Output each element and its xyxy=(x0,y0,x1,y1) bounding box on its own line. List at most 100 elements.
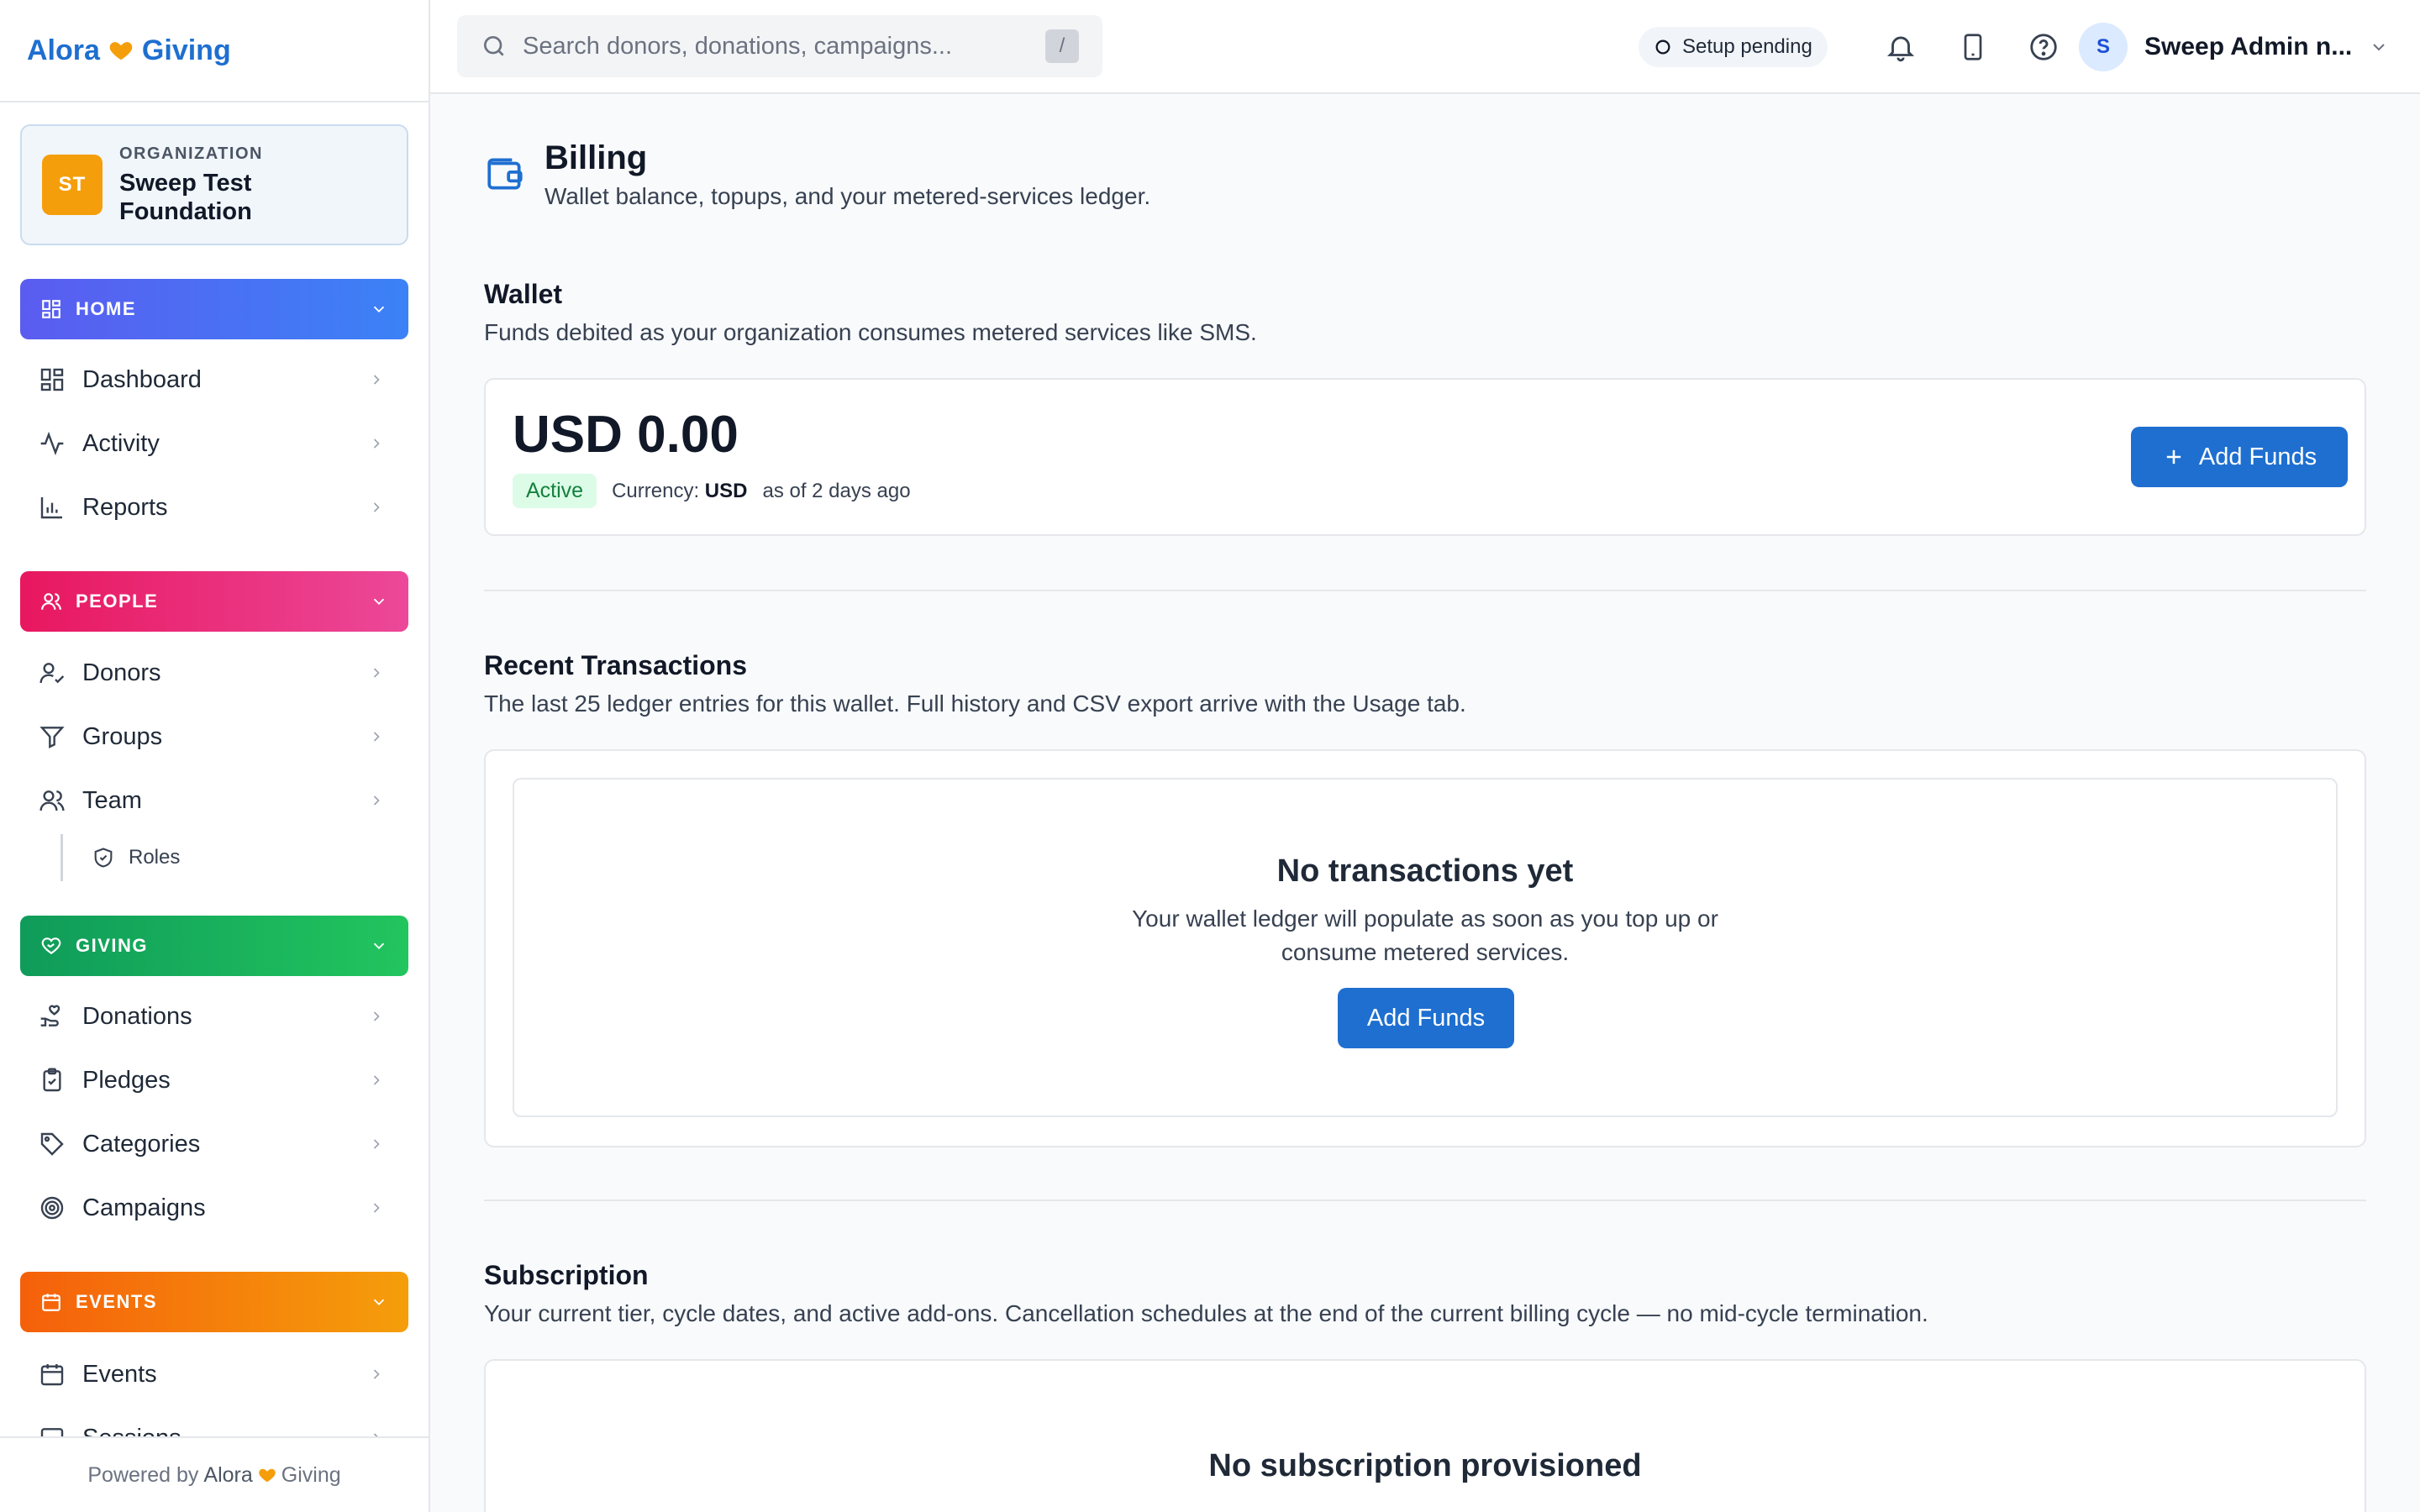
sidebar-item-label: Donations xyxy=(82,1002,192,1030)
sidebar-item-reports[interactable]: Reports xyxy=(20,480,408,534)
clipboard-icon xyxy=(43,1068,61,1092)
organization-switcher[interactable]: ST ORGANIZATION Sweep Test Foundation xyxy=(20,124,408,245)
sidebar-item-categories[interactable]: Categories xyxy=(20,1117,408,1171)
search-input[interactable] xyxy=(523,32,1030,60)
chevron-down-icon xyxy=(373,1299,385,1306)
page-header: Billing Wallet balance, topups, and your… xyxy=(484,138,1150,210)
section-home[interactable]: HOME xyxy=(20,279,408,339)
subscription-empty-title: No subscription provisioned xyxy=(1208,1448,1642,1483)
sidebar-item-label: Groups xyxy=(82,722,163,750)
avatar: S xyxy=(2079,23,2128,71)
powered-by-footer: Powered by Alora Giving xyxy=(0,1436,429,1512)
sidebar-item-team[interactable]: Team xyxy=(20,774,408,827)
brand-name-left: Alora xyxy=(27,34,100,66)
donations-icon xyxy=(40,1005,60,1026)
search-bar[interactable]: / xyxy=(457,15,1102,77)
wallet-card: USD 0.00 Active Currency: USD as of 2 da… xyxy=(484,378,2366,536)
setup-status-label: Setup pending xyxy=(1682,35,1812,58)
sidebar-item-label: Reports xyxy=(82,493,168,521)
section-divider xyxy=(484,1200,2366,1201)
sidebar-subitem-label: Roles xyxy=(129,846,181,869)
brand-logo[interactable]: Alora Giving xyxy=(0,0,429,102)
setup-status-badge[interactable]: Setup pending xyxy=(1639,27,1828,67)
empty-state-title: No transactions yet xyxy=(1276,853,1574,889)
section-events-label: EVENTS xyxy=(76,1291,158,1312)
calendar-icon xyxy=(42,1294,60,1311)
section-home-label: HOME xyxy=(76,298,136,319)
plus-icon xyxy=(2166,449,2181,465)
sidebar-item-label: Dashboard xyxy=(82,365,202,393)
empty-add-funds-button[interactable]: Add Funds xyxy=(1338,988,1514,1048)
topbar: / Setup pending S Sweep Admin n... xyxy=(430,0,2420,94)
sidebar-item-groups[interactable]: Groups xyxy=(20,710,408,764)
section-events[interactable]: EVENTS xyxy=(20,1272,408,1332)
chevron-down-icon xyxy=(373,598,385,606)
sidebar-subitem-roles[interactable]: Roles xyxy=(60,834,313,881)
sidebar-item-pledges[interactable]: Pledges xyxy=(20,1053,408,1107)
heart-icon xyxy=(259,1468,276,1483)
sidebar-item-label: Events xyxy=(82,1360,157,1388)
page-title: Billing xyxy=(544,139,648,176)
search-icon xyxy=(484,36,504,56)
powered-brand-right: Giving xyxy=(281,1462,341,1487)
sidebar-item-dashboard[interactable]: Dashboard xyxy=(20,353,408,407)
wallet-balance: USD 0.00 xyxy=(513,406,739,464)
currency-info: Currency: USD xyxy=(612,480,747,503)
heart-icon xyxy=(109,42,133,60)
chevron-right-icon xyxy=(373,1203,380,1213)
mobile-preview-button[interactable] xyxy=(1954,29,1991,66)
filter-icon xyxy=(39,727,65,748)
chevron-right-icon xyxy=(373,732,380,742)
tag-icon xyxy=(40,1132,64,1156)
transactions-section-description: The last 25 ledger entries for this wall… xyxy=(484,690,1466,717)
grid-icon xyxy=(42,300,60,318)
sidebar-item-label: Donors xyxy=(82,659,161,686)
wallet-icon xyxy=(487,158,523,190)
help-button[interactable] xyxy=(2025,29,2062,66)
chevron-down-icon xyxy=(373,306,385,313)
status-badge: Active xyxy=(513,474,597,508)
section-people[interactable]: PEOPLE xyxy=(20,571,408,632)
sidebar-item-label: Pledges xyxy=(82,1066,171,1094)
notifications-button[interactable] xyxy=(1882,29,1919,66)
chevron-down-icon xyxy=(373,942,385,950)
sidebar-item-campaigns[interactable]: Campaigns xyxy=(20,1181,408,1235)
org-kicker: ORGANIZATION xyxy=(119,144,263,163)
section-giving-label: GIVING xyxy=(76,935,149,956)
reports-icon xyxy=(40,497,62,519)
user-menu[interactable]: S Sweep Admin n... xyxy=(2079,22,2389,72)
powered-brand-left: Alora xyxy=(203,1462,253,1487)
target-icon xyxy=(40,1196,64,1220)
search-shortcut-hint: / xyxy=(1045,29,1079,63)
currency-label: Currency: xyxy=(612,479,700,502)
donors-icon xyxy=(39,663,65,684)
sidebar-item-label: Categories xyxy=(82,1130,201,1158)
transactions-card: No transactions yet Your wallet ledger w… xyxy=(484,749,2366,1147)
balance-timestamp: as of 2 days ago xyxy=(762,479,911,502)
transactions-section-title: Recent Transactions xyxy=(484,650,747,680)
chevron-right-icon xyxy=(373,1011,380,1021)
add-funds-button[interactable]: Add Funds xyxy=(2131,427,2348,487)
empty-state-description: Your wallet ledger will populate as soon… xyxy=(1132,906,1718,965)
sidebar-item-events[interactable]: Events xyxy=(20,1347,408,1401)
subscription-card: No subscription provisioned xyxy=(484,1359,2366,1512)
chevron-down-icon xyxy=(2373,44,2385,51)
page-subtitle: Wallet balance, topups, and your metered… xyxy=(544,183,1151,209)
people-icon xyxy=(41,593,61,610)
subscription-section-description: Your current tier, cycle dates, and acti… xyxy=(484,1300,1928,1326)
sidebar-item-donations[interactable]: Donations xyxy=(20,990,408,1043)
section-giving[interactable]: GIVING xyxy=(20,916,408,976)
chevron-right-icon xyxy=(373,1075,380,1085)
brand-name-right: Giving xyxy=(141,34,231,66)
wallet-section-description: Funds debited as your organization consu… xyxy=(484,319,1257,345)
sidebar-item-label: Team xyxy=(82,786,142,814)
sidebar-item-donors[interactable]: Donors xyxy=(20,646,408,700)
help-icon xyxy=(2030,34,2057,60)
main-content: Billing Wallet balance, topups, and your… xyxy=(430,96,2420,1512)
transactions-empty-state: No transactions yet Your wallet ledger w… xyxy=(513,778,2338,1117)
heart-handshake-icon xyxy=(41,937,61,954)
chevron-right-icon xyxy=(373,502,380,512)
bell-icon xyxy=(1886,36,1915,62)
sidebar-item-activity[interactable]: Activity xyxy=(20,417,408,470)
user-name: Sweep Admin n... xyxy=(2144,33,2353,60)
